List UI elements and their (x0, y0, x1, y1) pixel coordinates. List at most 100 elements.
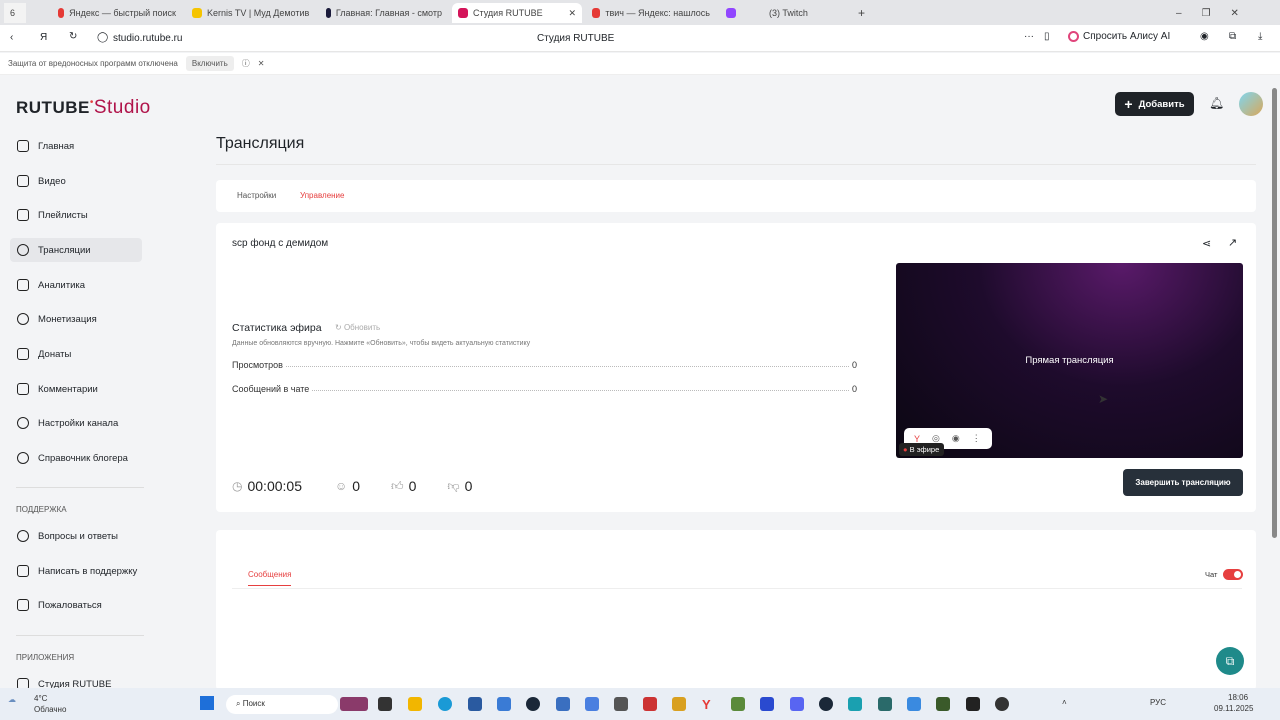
stream-preview-player[interactable]: Прямая трансляция Y ◎ ◉ ⋮ ● В эфире (896, 263, 1243, 458)
sidebar-item-playlists[interactable]: Плейлисты (10, 203, 142, 227)
browser-tab[interactable]: Kernis TV | Муд Демотив (186, 3, 316, 23)
messages-card: Сообщения Чат (216, 530, 1256, 690)
sidebar-item-label: Трансляции (38, 244, 91, 256)
more-icon[interactable]: ··· (1024, 31, 1034, 42)
alice-label: Спросить Алису AI (1083, 31, 1171, 42)
minecraft-icon[interactable] (731, 697, 745, 711)
browser-tab[interactable]: Яндекс — быстрый поиск (52, 3, 182, 23)
browser-tab[interactable]: Главная: Главная - смотр (320, 3, 448, 23)
tab-settings[interactable]: Настройки (237, 191, 276, 200)
sidebar-item-video[interactable]: Видео (10, 169, 142, 193)
chart-icon (17, 279, 29, 291)
app-icon[interactable] (995, 697, 1009, 711)
explorer-icon[interactable] (408, 697, 422, 711)
app-icon[interactable] (585, 697, 599, 711)
tab-control[interactable]: Управление (300, 191, 344, 200)
camera-icon[interactable]: ◉ (952, 433, 960, 444)
sidebar-item-monetization[interactable]: Монетизация (10, 307, 142, 331)
app-icon[interactable] (672, 697, 686, 711)
bell-icon[interactable]: 🔔︎ (1209, 96, 1224, 110)
clock-time[interactable]: 18:06 (1228, 693, 1248, 702)
app-icon[interactable] (907, 697, 921, 711)
taskbar-search[interactable]: ⌕ Поиск (226, 695, 338, 714)
app-icon[interactable] (848, 697, 862, 711)
steam-icon[interactable] (526, 697, 540, 711)
extensions-icon[interactable]: ⧉ (1229, 31, 1236, 42)
restore-icon[interactable]: ❐ (1202, 8, 1211, 19)
like-icon: 👍︎ (391, 478, 404, 493)
support-chat-icon[interactable]: ⧉ (1216, 647, 1244, 675)
url-field[interactable]: studio.rutube.ru (113, 33, 183, 44)
sidebar-item-home[interactable]: Главная (10, 134, 142, 158)
edge-icon[interactable] (438, 697, 452, 711)
steam-icon[interactable] (819, 697, 833, 711)
chat-toggle[interactable] (1223, 569, 1243, 580)
sidebar-item-analytics[interactable]: Аналитика (10, 273, 142, 297)
sidebar-item-contact-support[interactable]: Написать в поддержку (10, 559, 142, 583)
tab-favicon (192, 8, 202, 18)
discord-icon[interactable] (790, 697, 804, 711)
flag-icon (17, 599, 29, 611)
windows-start-icon[interactable] (200, 696, 214, 710)
language-indicator[interactable]: РУС (1150, 698, 1166, 707)
avatar[interactable] (1239, 92, 1263, 116)
sidebar-item-broadcasts[interactable]: Трансляции (10, 238, 142, 262)
sidebar-item-donations[interactable]: Донаты (10, 342, 142, 366)
back-icon[interactable]: ‹ (10, 32, 13, 43)
tab-messages[interactable]: Сообщения (248, 570, 292, 586)
sidebar-item-label: Плейлисты (38, 209, 88, 221)
add-button[interactable]: + Добавить (1115, 92, 1194, 116)
sidebar-item-blogger-guide[interactable]: Справочник блогера (10, 446, 142, 470)
sidebar-item-label: Написать в поддержку (38, 565, 138, 577)
sidebar-item-comments[interactable]: Комментарии (10, 377, 142, 401)
enable-protection-button[interactable]: Включить (185, 56, 234, 71)
refresh-button[interactable]: ↻ Обновить (335, 323, 380, 332)
refresh-icon: ↻ (335, 323, 344, 332)
yandex-icon (592, 8, 601, 18)
app-icon[interactable] (497, 697, 511, 711)
tray-chevron-icon[interactable]: ˄ (1062, 698, 1067, 707)
alice-button[interactable]: Спросить Алису AI (1068, 31, 1170, 42)
new-tab-button[interactable]: + (852, 3, 871, 23)
tab-counter[interactable]: 6 (4, 3, 26, 23)
sidebar-item-faq[interactable]: Вопросы и ответы (10, 524, 142, 548)
share-icon[interactable]: ⋖ (1202, 237, 1211, 250)
yandex-home-icon[interactable]: Я (40, 32, 47, 43)
help-icon[interactable]: ⓘ (242, 58, 250, 69)
close-tab-icon[interactable]: ✕ (568, 8, 576, 19)
bookmark-icon[interactable]: ▯ (1044, 31, 1050, 42)
app-icon[interactable] (556, 697, 570, 711)
store-icon[interactable] (468, 697, 482, 711)
sidebar-item-label: Донаты (38, 348, 72, 360)
scrollbar[interactable] (1272, 88, 1277, 538)
download-icon[interactable]: ⤓ (1258, 31, 1262, 42)
clock-date[interactable]: 09.11.2025 (1214, 704, 1253, 713)
sidebar-item-channel-settings[interactable]: Настройки канала (10, 411, 142, 435)
close-window-icon[interactable]: ✕ (1231, 8, 1239, 19)
minimize-icon[interactable]: – (1176, 8, 1182, 19)
app-icon[interactable] (614, 697, 628, 711)
end-stream-button[interactable]: Завершить трансляцию (1123, 469, 1243, 496)
yandex-browser-icon[interactable]: Y (702, 697, 716, 712)
app-icon[interactable] (378, 697, 392, 711)
sidebar-item-label: Аналитика (38, 279, 86, 291)
browser-tab-active[interactable]: Студия RUTUBE ✕ (452, 3, 582, 23)
widget-icon[interactable] (340, 697, 368, 711)
external-link-icon[interactable]: ↗ (1228, 236, 1237, 249)
browser-tab[interactable]: (3) Twitch (720, 3, 850, 23)
reload-icon[interactable]: ↻ (69, 31, 77, 42)
media-icon[interactable]: ◉ (1200, 31, 1209, 42)
app-icon[interactable] (760, 697, 774, 711)
app-icon[interactable] (966, 697, 980, 711)
likes-count: 0 (408, 478, 417, 494)
app-icon[interactable] (936, 697, 950, 711)
close-warning-icon[interactable]: ✕ (258, 59, 265, 68)
divider (232, 588, 1242, 589)
sidebar-item-report[interactable]: Пожаловаться (10, 593, 142, 617)
yandex-icon[interactable]: Y (914, 434, 920, 444)
rutube-studio-logo[interactable]: RUTUBE•Studio (16, 97, 151, 119)
app-icon[interactable] (643, 697, 657, 711)
app-icon[interactable] (878, 697, 892, 711)
browser-tab[interactable]: твич — Яндекс: нашлось (586, 3, 716, 23)
more-icon[interactable]: ⋮ (972, 433, 981, 444)
